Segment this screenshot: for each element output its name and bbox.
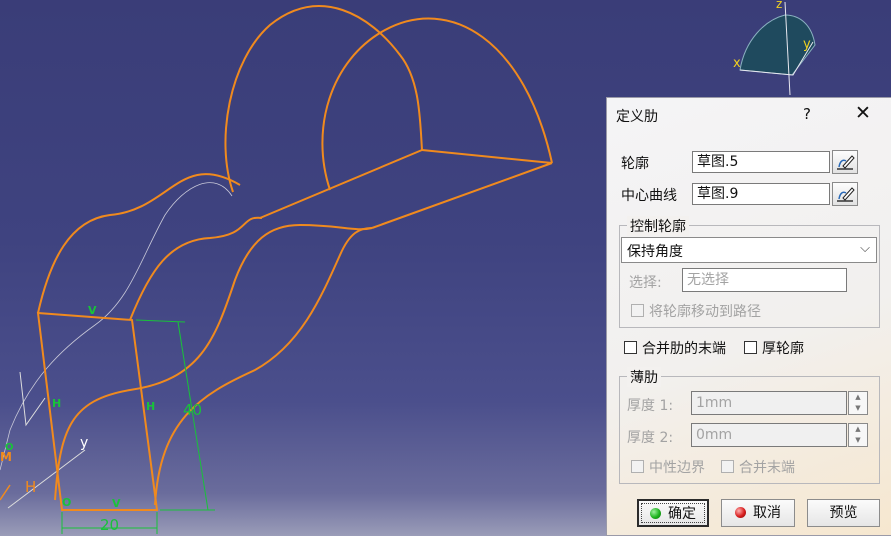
merge-ends-thin-label: 合并末端	[739, 460, 795, 476]
spin-down-icon[interactable]: ▼	[849, 435, 867, 445]
sketch-axis-h-label: H	[25, 478, 36, 496]
merge-ends-thin-checkbox[interactable]	[721, 460, 734, 473]
preview-label: 预览	[829, 505, 858, 521]
move-profile-checkbox[interactable]	[631, 304, 644, 317]
neutral-fiber-label: 中性边界	[649, 460, 705, 476]
thickness1-spinner[interactable]: ▲ ▼	[848, 391, 868, 415]
center-curve-sketch	[0, 182, 233, 471]
ok-button[interactable]: 确定	[637, 499, 709, 527]
sketch-line	[19, 371, 46, 427]
profile-label: 轮廓	[621, 156, 649, 172]
control-mode-value: 保持角度	[627, 244, 683, 260]
thickness2-label: 厚度 2:	[627, 430, 674, 446]
sketch-axis-y-label: y	[80, 435, 88, 451]
center-curve-field[interactable]: 草图.9	[692, 183, 830, 205]
compass-z-label: z	[776, 0, 782, 11]
dimension-20: 20	[100, 516, 119, 534]
cancel-button[interactable]: 取消	[721, 499, 795, 527]
constraint-o-bottom: O	[62, 496, 71, 509]
sketch-axis-line	[7, 449, 86, 509]
rib-side-wave-left	[37, 173, 241, 314]
ok-icon	[650, 508, 661, 519]
sketch-axis-h-line	[0, 484, 11, 501]
rib-ridge-2	[371, 162, 553, 229]
thick-profile-label: 厚轮廓	[762, 341, 804, 357]
constraint-v-bottom: V	[112, 497, 121, 510]
select-label: 选择:	[629, 275, 662, 291]
dimension-40: 40	[183, 401, 202, 419]
thin-rib-group-title: 薄肋	[627, 367, 661, 387]
sketch-edit-icon	[837, 155, 855, 170]
constraint-v-top: V	[88, 304, 97, 317]
spin-up-icon[interactable]: ▲	[849, 392, 867, 402]
merge-rib-ends-label: 合并肋的末端	[642, 341, 726, 357]
control-mode-select[interactable]: 保持角度 ⌵	[621, 237, 877, 263]
dialog-title: 定义肋	[616, 109, 658, 125]
control-profile-group-title: 控制轮廓	[627, 216, 689, 236]
sketch-edit-icon	[837, 187, 855, 202]
select-field[interactable]: 无选择	[682, 268, 847, 292]
rib-end-arch-inner	[321, 17, 553, 191]
rib-ridge-1	[259, 149, 423, 219]
center-curve-label: 中心曲线	[621, 188, 677, 204]
cancel-label: 取消	[753, 505, 781, 521]
neutral-fiber-checkbox[interactable]	[631, 460, 644, 473]
help-button[interactable]: ?	[803, 105, 811, 123]
thickness1-label: 厚度 1:	[627, 398, 674, 414]
thick-profile-checkbox[interactable]	[744, 341, 757, 354]
dim-ext-top	[135, 319, 186, 323]
preview-button[interactable]: 预览	[807, 499, 880, 527]
move-profile-label: 将轮廓移动到路径	[649, 304, 761, 320]
rib-side-wave-right	[129, 216, 263, 321]
merge-rib-ends-checkbox[interactable]	[624, 341, 637, 354]
thickness2-spinner[interactable]: ▲ ▼	[848, 423, 868, 447]
define-rib-dialog: 定义肋 ? ✕ 轮廓 草图.5 中心曲线 草图.9 控制轮廓 保持角度 ⌵ 选择…	[606, 97, 891, 536]
compass-widget[interactable]: z x y	[733, 0, 816, 96]
constraint-h-left: H	[52, 397, 61, 410]
dialog-titlebar[interactable]: 定义肋 ? ✕	[607, 98, 891, 132]
compass-y-label: y	[803, 37, 811, 52]
ok-label: 确定	[668, 506, 696, 522]
thickness1-field[interactable]: 1mm	[691, 391, 847, 415]
constraint-m-left: M	[0, 450, 12, 464]
rib-inner-wave	[54, 223, 373, 501]
compass-x-label: x	[733, 56, 741, 71]
profile-field[interactable]: 草图.5	[692, 151, 830, 173]
cancel-icon	[735, 507, 746, 518]
profile-edit-button[interactable]	[832, 150, 858, 174]
constraint-h-right: H	[146, 400, 155, 413]
rib-end-top-edge	[421, 149, 553, 164]
thickness2-field[interactable]: 0mm	[691, 423, 847, 447]
spin-down-icon[interactable]: ▼	[849, 403, 867, 413]
close-button[interactable]: ✕	[855, 102, 871, 124]
chevron-down-icon: ⌵	[860, 241, 870, 256]
center-curve-edit-button[interactable]	[832, 182, 858, 206]
spin-up-icon[interactable]: ▲	[849, 424, 867, 434]
